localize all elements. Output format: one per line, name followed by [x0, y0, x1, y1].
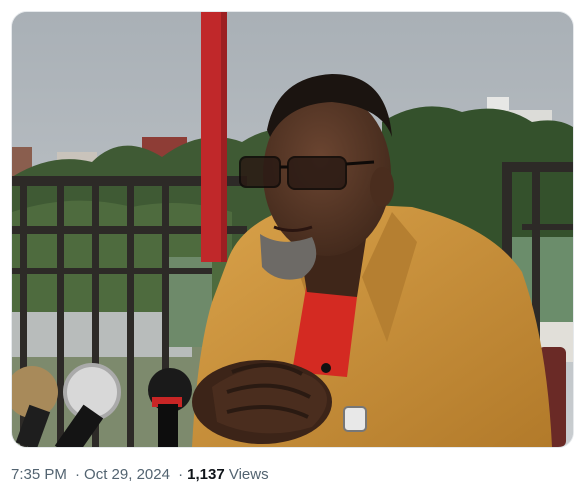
- tweet-meta: 7:35 PM · Oct 29, 2024 · 1,137 Views: [11, 465, 269, 485]
- views-stat: 1,137 Views: [187, 466, 268, 483]
- tweet-timestamp-link[interactable]: 7:35 PM · Oct 29, 2024: [11, 466, 174, 483]
- lapel-mic: [321, 363, 331, 373]
- watch: [343, 406, 367, 432]
- clasped-hands: [192, 360, 332, 444]
- separator-dot: ·: [178, 466, 184, 483]
- tweet-date: Oct 29, 2024: [84, 466, 170, 483]
- views-count: 1,137: [187, 466, 225, 483]
- photo-illustration: [12, 12, 573, 447]
- tweet-time: 7:35 PM: [11, 466, 67, 483]
- red-pole-shade: [221, 12, 227, 262]
- tweet-photo[interactable]: [11, 11, 574, 448]
- ear: [370, 167, 394, 207]
- views-label: Views: [228, 466, 269, 483]
- separator-dot: ·: [75, 466, 81, 483]
